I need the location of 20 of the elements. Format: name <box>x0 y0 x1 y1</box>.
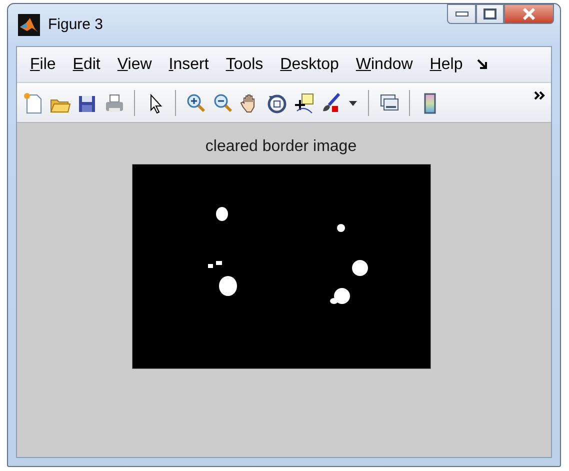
minimize-button[interactable] <box>447 4 476 24</box>
overflow-chevron-icon[interactable] <box>534 90 545 100</box>
menu-item[interactable]: Edit <box>66 54 108 74</box>
maximize-icon <box>483 8 497 20</box>
app-logo-icon <box>18 14 40 36</box>
axes-title: cleared border image <box>205 137 357 157</box>
data-cursor-icon[interactable] <box>292 90 316 114</box>
menu-item[interactable]: Window <box>348 54 420 74</box>
maximize-button[interactable] <box>476 4 504 24</box>
menu-item[interactable]: File <box>23 54 63 74</box>
close-icon <box>522 8 536 20</box>
menu-item[interactable]: View <box>110 54 159 74</box>
menu-item[interactable]: Help <box>422 54 470 74</box>
menu-item[interactable]: Tools <box>218 54 270 74</box>
dock-arrow-icon[interactable] <box>476 58 488 70</box>
close-button[interactable] <box>504 4 554 24</box>
minimize-icon <box>454 11 468 17</box>
window-title: Figure 3 <box>48 14 104 35</box>
menu-item[interactable]: Insert <box>162 54 216 74</box>
menu-item[interactable]: Desktop <box>273 54 346 74</box>
